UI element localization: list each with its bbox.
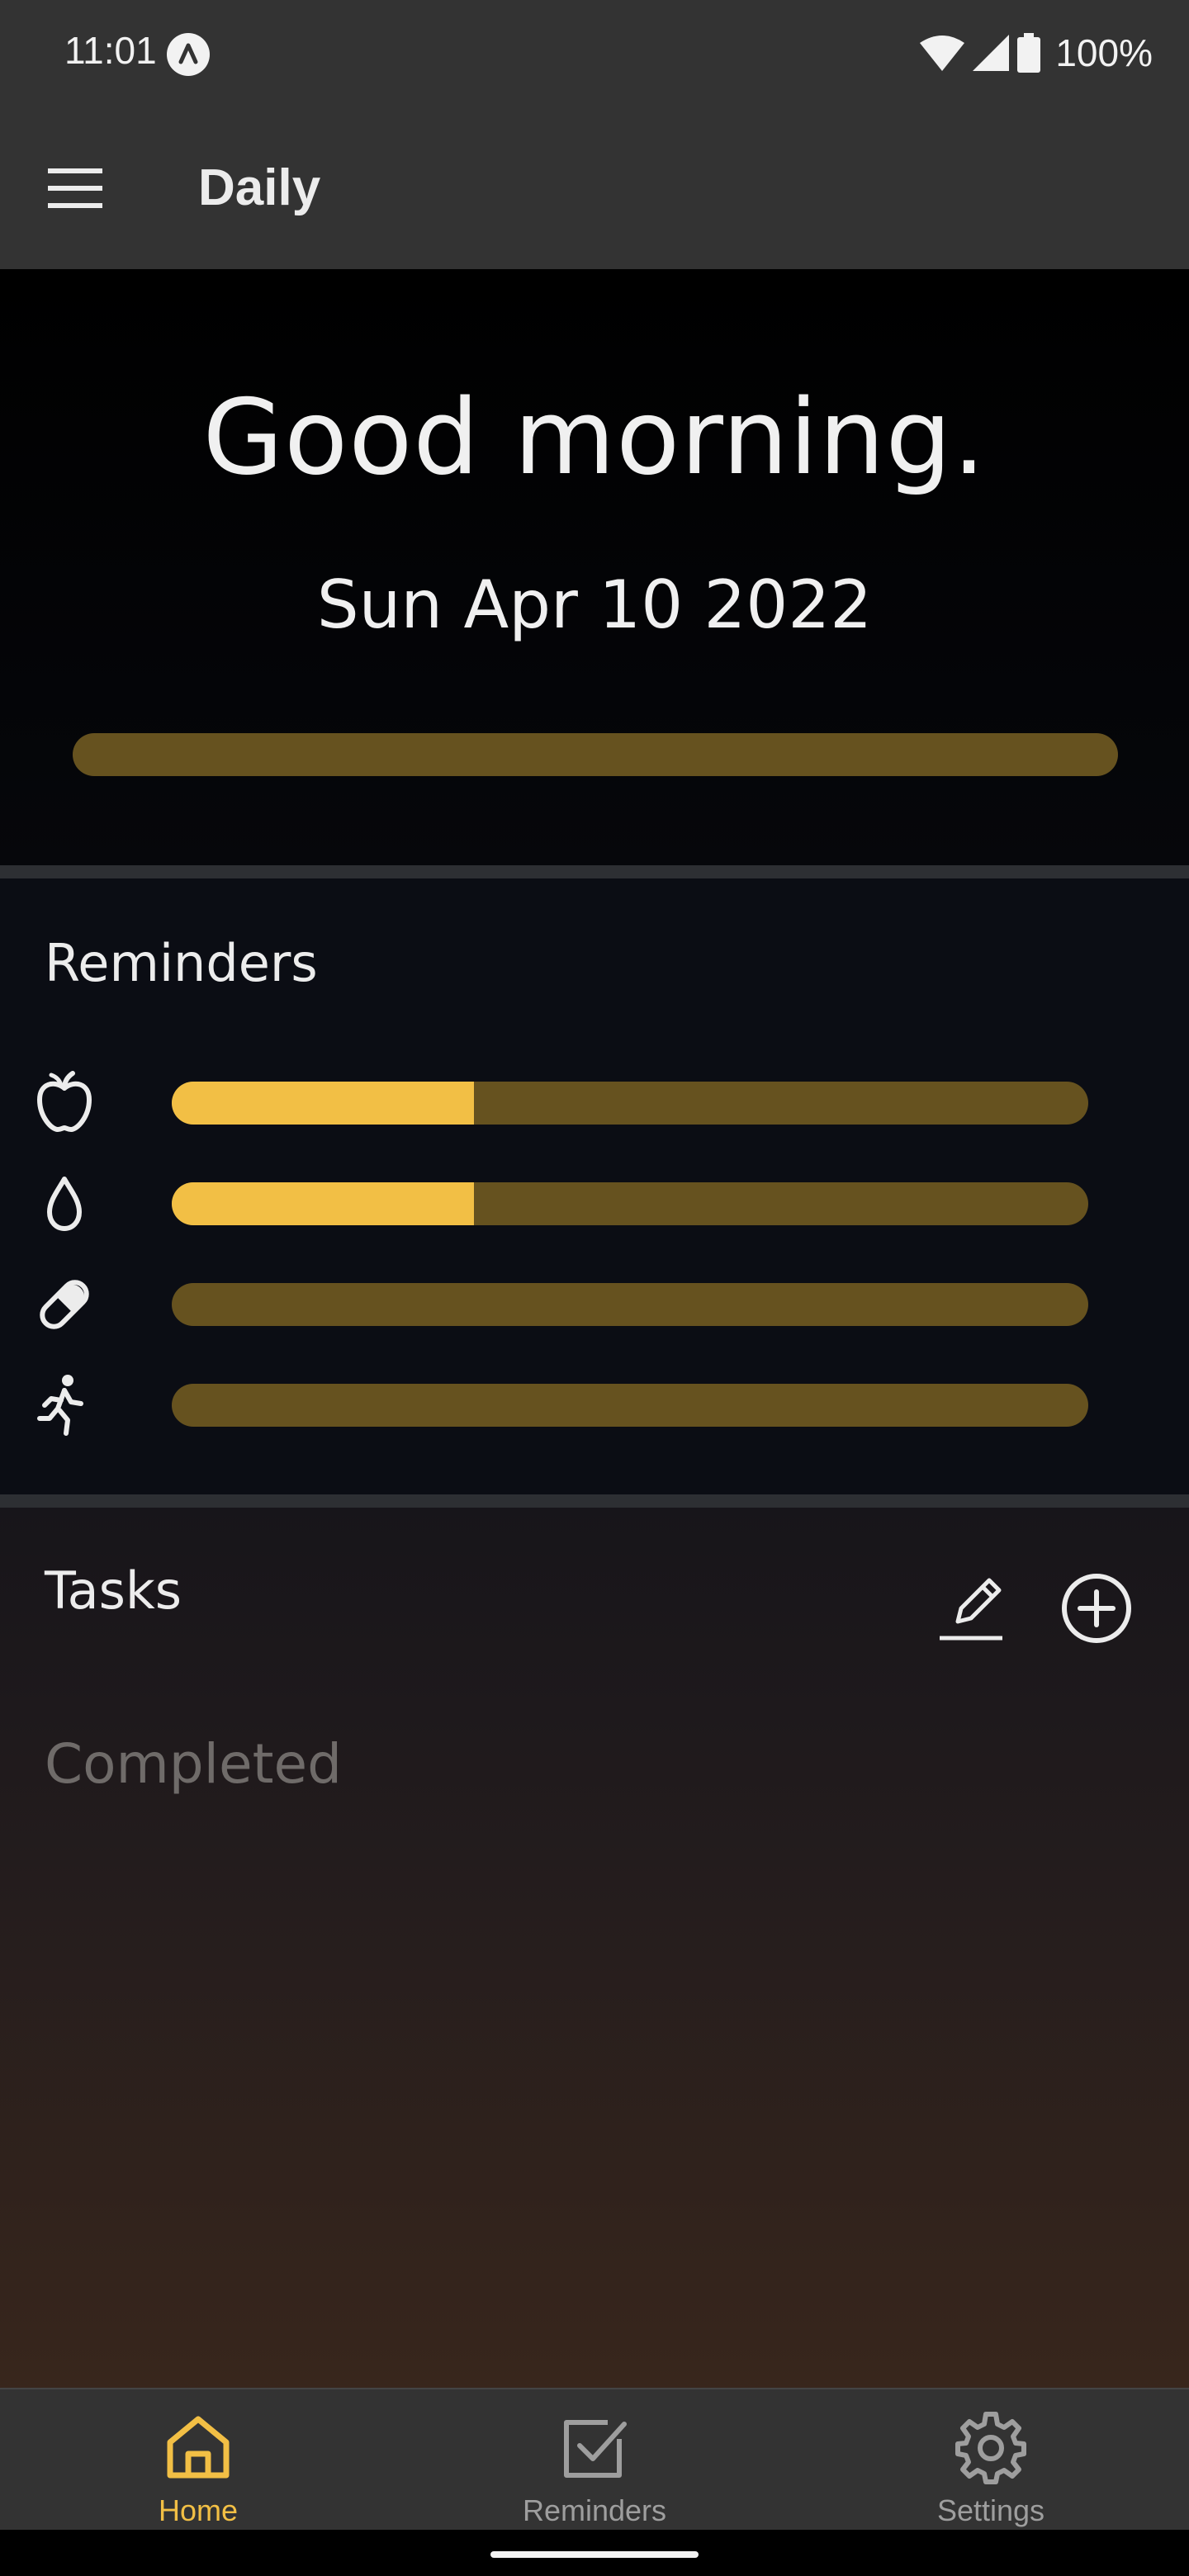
tasks-title: Tasks — [45, 1560, 182, 1621]
reminders-section: Reminders — [0, 878, 1189, 1494]
home-gesture-handle[interactable] — [490, 2551, 699, 2558]
wifi-icon — [920, 36, 965, 71]
home-icon — [157, 2406, 239, 2488]
system-nav-bar — [0, 2530, 1189, 2576]
water-drop-icon — [33, 1171, 96, 1237]
battery-icon — [1017, 33, 1041, 73]
nav-settings-label: Settings — [936, 2493, 1045, 2527]
notification-a-icon — [167, 33, 210, 76]
reminder-progress-bar — [172, 1082, 1088, 1125]
battery-percent: 100% — [1055, 31, 1153, 74]
status-time: 11:01 — [64, 29, 157, 72]
app-bar: Daily — [0, 107, 1189, 269]
date-text: Sun Apr 10 2022 — [316, 566, 873, 643]
status-bar: 11:01 100% — [0, 0, 1189, 107]
reminder-row-water[interactable] — [0, 1171, 1189, 1237]
nav-home[interactable]: Home — [0, 2389, 396, 2531]
nav-reminders[interactable]: Reminders — [396, 2389, 793, 2531]
nav-reminders-label: Reminders — [522, 2493, 667, 2527]
reminder-row-medicine[interactable] — [0, 1271, 1189, 1338]
apple-icon — [33, 1070, 96, 1136]
section-divider — [0, 1494, 1189, 1508]
gear-icon — [950, 2406, 1032, 2488]
nav-settings[interactable]: Settings — [793, 2389, 1189, 2531]
nav-home-label: Home — [158, 2493, 239, 2527]
greeting-header: Good morning. Sun Apr 10 2022 — [0, 269, 1189, 865]
reminder-row-exercise[interactable] — [0, 1372, 1189, 1438]
tasks-section: Tasks Completed — [0, 1508, 1189, 2388]
reminders-title: Reminders — [45, 933, 318, 993]
reminder-row-food[interactable] — [0, 1070, 1189, 1136]
signal-icon — [973, 35, 1010, 71]
status-icons: 100% — [920, 28, 1153, 78]
hamburger-menu-icon[interactable] — [48, 168, 102, 208]
reminder-progress-fill — [172, 1182, 475, 1225]
add-circle-icon[interactable] — [1055, 1567, 1138, 1650]
running-icon — [33, 1372, 96, 1438]
checkbox-icon — [553, 2406, 636, 2488]
reminder-progress-bar — [172, 1182, 1088, 1225]
bottom-nav: Home Reminders Settings — [0, 2388, 1189, 2531]
greeting-text: Good morning. — [202, 376, 987, 498]
reminder-progress-bar — [172, 1384, 1088, 1427]
day-progress-bar — [73, 733, 1118, 776]
app-title: Daily — [198, 159, 321, 216]
pill-icon — [33, 1271, 96, 1338]
reminder-progress-fill — [172, 1082, 475, 1125]
reminder-progress-bar — [172, 1283, 1088, 1326]
pencil-icon[interactable] — [933, 1567, 1016, 1650]
section-divider — [0, 865, 1189, 878]
completed-label: Completed — [45, 1732, 342, 1796]
